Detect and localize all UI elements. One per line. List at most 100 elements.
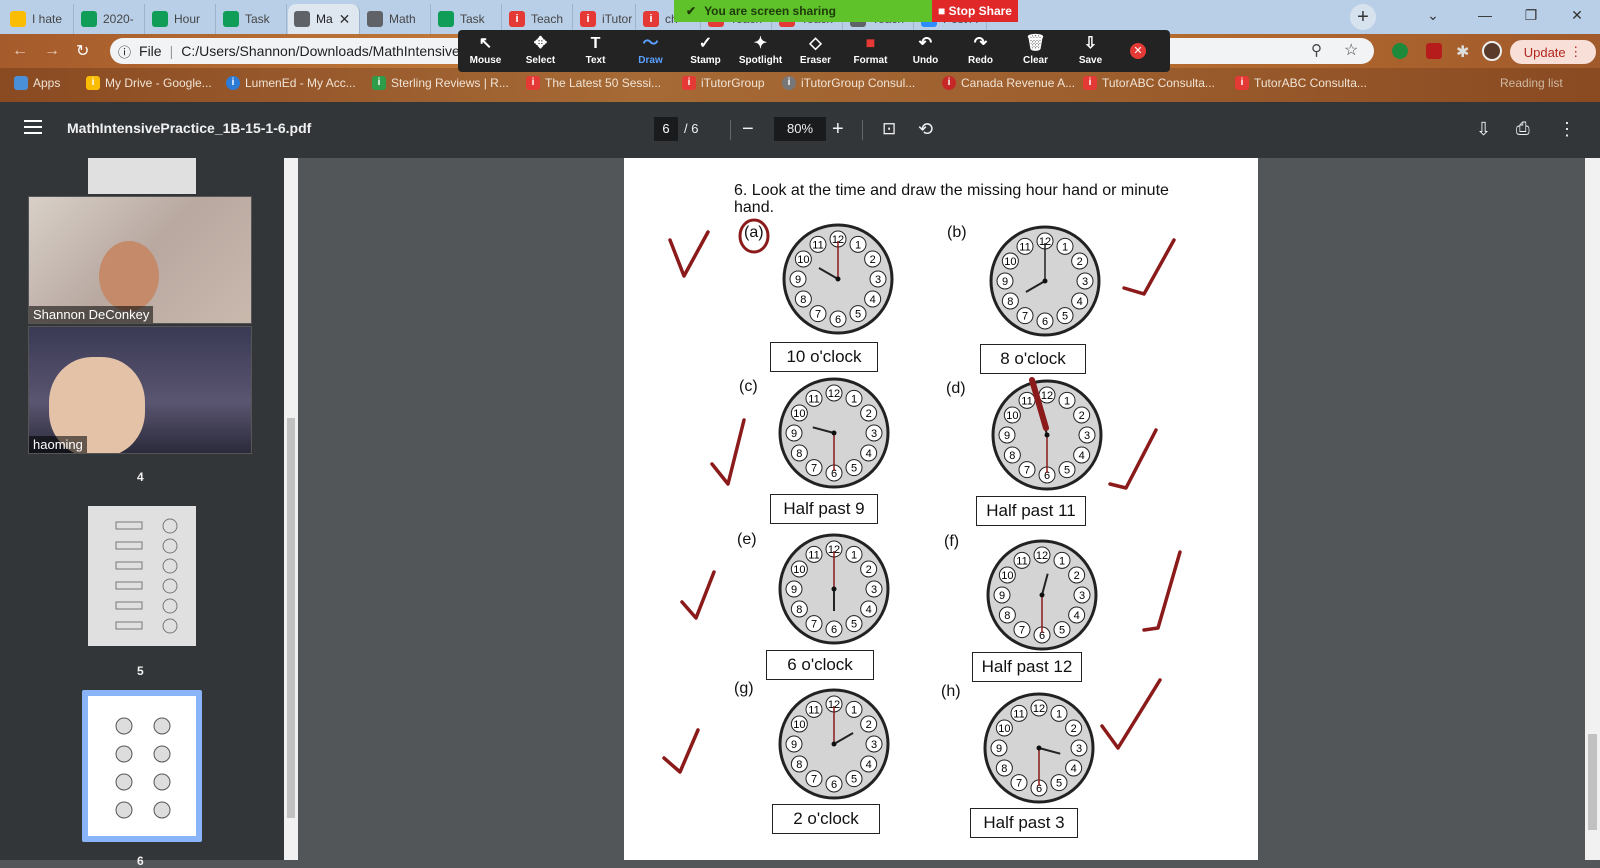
- page-scrollbar[interactable]: [1585, 158, 1600, 860]
- close-annotation-icon[interactable]: ✕: [1130, 43, 1146, 59]
- sidebar-scrollbar[interactable]: [284, 158, 298, 860]
- page-thumbnail-5[interactable]: [88, 506, 196, 646]
- tab[interactable]: 2020-: [75, 4, 145, 34]
- print-icon[interactable]: ⎙: [1516, 117, 1530, 141]
- maximize-icon[interactable]: ❐: [1508, 0, 1554, 30]
- fit-page-icon[interactable]: ⊡: [882, 117, 896, 141]
- update-button[interactable]: Update ⋮: [1510, 40, 1596, 64]
- tab[interactable]: Math: [361, 4, 431, 34]
- bookmark-label: The Latest 50 Sessi...: [545, 76, 662, 90]
- reading-list[interactable]: Reading list: [1500, 76, 1563, 90]
- clock-numeral: 5: [851, 463, 857, 475]
- profile-menu-icon[interactable]: ⌄: [1410, 0, 1456, 30]
- clock-numeral: 10: [797, 254, 809, 266]
- video-tile-host[interactable]: Shannon DeConkey: [28, 196, 252, 324]
- page-thumbnail-6-selected[interactable]: [82, 690, 202, 842]
- check-mark-annotation: [1100, 678, 1162, 750]
- clock-numeral: 9: [996, 743, 1002, 755]
- tab[interactable]: Ma ✕: [288, 4, 360, 34]
- tab[interactable]: Task: [217, 4, 287, 34]
- avatar[interactable]: [1482, 41, 1502, 61]
- clock-diagrams: 1234567891011 121234567891011 121234567891…: [662, 218, 1182, 804]
- zoom-lens-icon[interactable]: ⚲: [1311, 41, 1322, 59]
- reload-icon[interactable]: ↻: [76, 41, 89, 61]
- new-tab-button[interactable]: +: [1350, 4, 1376, 30]
- clock-numeral: 7: [1022, 311, 1028, 323]
- bookmark-item[interactable]: i iTutorGroup: [682, 76, 765, 90]
- clock-numeral: 12: [1041, 390, 1053, 402]
- bookmark-star-icon[interactable]: ☆: [1344, 40, 1358, 60]
- tab[interactable]: I hate: [4, 4, 74, 34]
- thumbnail-label: 5: [137, 664, 144, 678]
- clock-center: [1042, 278, 1048, 284]
- stamp-icon: ✓: [698, 35, 713, 52]
- bookmark-item[interactable]: i LumenEd - My Acc...: [226, 76, 356, 90]
- annotate-tool-eraser[interactable]: ◇ Eraser: [788, 30, 843, 72]
- clock-numeral: 2: [866, 408, 872, 420]
- rotate-icon[interactable]: ⟲: [918, 117, 933, 141]
- clock-numeral: 5: [1062, 311, 1068, 323]
- bookmark-item[interactable]: i My Drive - Google...: [86, 76, 212, 90]
- bookmark-item[interactable]: Apps: [14, 76, 60, 90]
- page-scroll-thumb[interactable]: [1588, 734, 1597, 830]
- divider: [862, 120, 863, 140]
- annotate-tool-format[interactable]: ■ Format: [843, 30, 898, 72]
- bookmark-item[interactable]: i The Latest 50 Sessi...: [526, 76, 661, 90]
- clock-face: 1234567891011 12: [782, 223, 894, 335]
- annotate-tool-redo[interactable]: ↷ Redo: [953, 30, 1008, 72]
- annotate-tool-text[interactable]: T Text: [568, 30, 623, 72]
- ublock-icon[interactable]: [1426, 43, 1442, 59]
- bookmark-item[interactable]: i Canada Revenue A...: [942, 76, 1075, 90]
- annotate-tool-spotlight[interactable]: ✦ Spotlight: [733, 30, 788, 72]
- bookmark-item[interactable]: i iTutorGroup Consul...: [782, 76, 915, 90]
- bookmark-favicon: i: [942, 76, 956, 90]
- annotate-tool-save[interactable]: ⇩ Save: [1063, 30, 1118, 72]
- bookmark-item[interactable]: i TutorABC Consulta...: [1235, 76, 1367, 90]
- bookmark-label: My Drive - Google...: [105, 76, 212, 90]
- clock-numeral: 4: [866, 759, 872, 771]
- zoom-level-input[interactable]: 80%: [774, 117, 826, 141]
- annotate-tool-select[interactable]: ✥ Select: [513, 30, 568, 72]
- zoom-in-icon[interactable]: +: [832, 117, 844, 141]
- download-icon[interactable]: ⇩: [1476, 117, 1491, 141]
- clock-numeral: 6: [1042, 316, 1048, 328]
- video-tile-student[interactable]: haoming: [28, 326, 252, 454]
- bookmark-item[interactable]: i Sterling Reviews | R...: [372, 76, 509, 90]
- page-total: / 6: [684, 121, 699, 136]
- stop-share-label: Stop Share: [948, 4, 1012, 18]
- clock-numeral: 10: [793, 719, 805, 731]
- page-thumbnail-3[interactable]: [88, 158, 196, 194]
- tool-label: Clear: [1022, 55, 1048, 66]
- url-field-end[interactable]: ⚲ ☆: [1161, 38, 1374, 64]
- url-field[interactable]: ⓘ File | C:/Users/Shannon/Downloads/Math…: [110, 38, 485, 64]
- clock-face: 1234567891011 12: [983, 692, 1095, 804]
- back-icon[interactable]: ←: [12, 42, 28, 60]
- annotate-tool-clear[interactable]: 🗑 Clear: [1008, 30, 1063, 72]
- stop-share-button[interactable]: ■ Stop Share: [932, 0, 1018, 22]
- annotate-tool-mouse[interactable]: ↖ Mouse: [458, 30, 513, 72]
- browser-tab-strip: I hate 2020- Hour Task Ma ✕ Math Task i Teach i iTu…: [0, 0, 1600, 34]
- annotate-tool-stamp[interactable]: ✓ Stamp: [678, 30, 733, 72]
- clock-center: [1039, 592, 1045, 598]
- menu-icon[interactable]: [24, 120, 42, 134]
- puzzle-icon[interactable]: ✱: [1456, 42, 1469, 62]
- zoom-out-icon[interactable]: −: [742, 117, 754, 141]
- clock-numeral: 2: [1079, 410, 1085, 422]
- page-number-input[interactable]: 6: [654, 117, 678, 141]
- forward-icon[interactable]: →: [44, 42, 60, 60]
- sidebar-scroll-thumb[interactable]: [287, 418, 295, 818]
- tool-label: Redo: [968, 55, 993, 66]
- close-window-icon[interactable]: ✕: [1554, 0, 1600, 30]
- clock-numeral: 6: [831, 624, 837, 636]
- bookmark-item[interactable]: i TutorABC Consulta...: [1083, 76, 1215, 90]
- close-tab-icon[interactable]: ✕: [339, 11, 351, 28]
- annotate-tool-undo[interactable]: ↶ Undo: [898, 30, 953, 72]
- tab[interactable]: Hour: [146, 4, 216, 34]
- clock-numeral: 3: [1076, 743, 1082, 755]
- minimize-icon[interactable]: —: [1462, 0, 1508, 30]
- more-options-icon[interactable]: ⋮: [1558, 117, 1576, 141]
- extension-icon[interactable]: [1392, 43, 1408, 59]
- clock-numeral: 5: [851, 619, 857, 631]
- bookmark-label: Sterling Reviews | R...: [391, 76, 509, 90]
- annotate-tool-draw[interactable]: 〜 Draw: [623, 30, 678, 72]
